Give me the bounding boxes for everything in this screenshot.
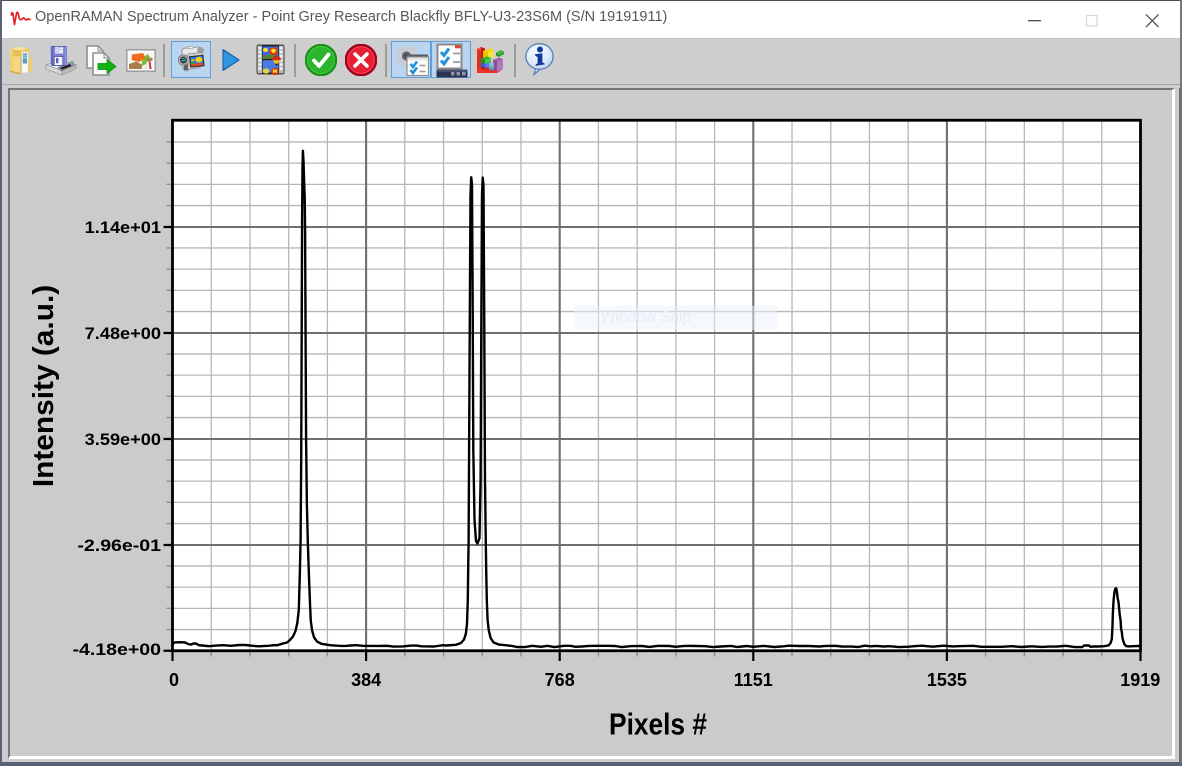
svg-text:3.59e+00: 3.59e+00: [85, 430, 162, 449]
svg-text:-2.96e-01: -2.96e-01: [77, 535, 161, 554]
svg-text:1151: 1151: [734, 670, 773, 690]
svg-text:1.14e+01: 1.14e+01: [85, 218, 162, 237]
svg-text:0: 0: [169, 670, 179, 690]
svg-text:1535: 1535: [927, 670, 967, 690]
svg-text:384: 384: [351, 670, 381, 690]
svg-text:768: 768: [545, 670, 575, 690]
svg-text:Window Snip: Window Snip: [601, 309, 691, 326]
svg-text:Intensity (a.u.): Intensity (a.u.): [27, 285, 60, 487]
svg-text:1919: 1919: [1120, 670, 1160, 690]
svg-text:7.48e+00: 7.48e+00: [85, 324, 162, 343]
svg-text:-4.18e+00: -4.18e+00: [73, 639, 161, 658]
svg-text:Pixels #: Pixels #: [609, 708, 707, 743]
